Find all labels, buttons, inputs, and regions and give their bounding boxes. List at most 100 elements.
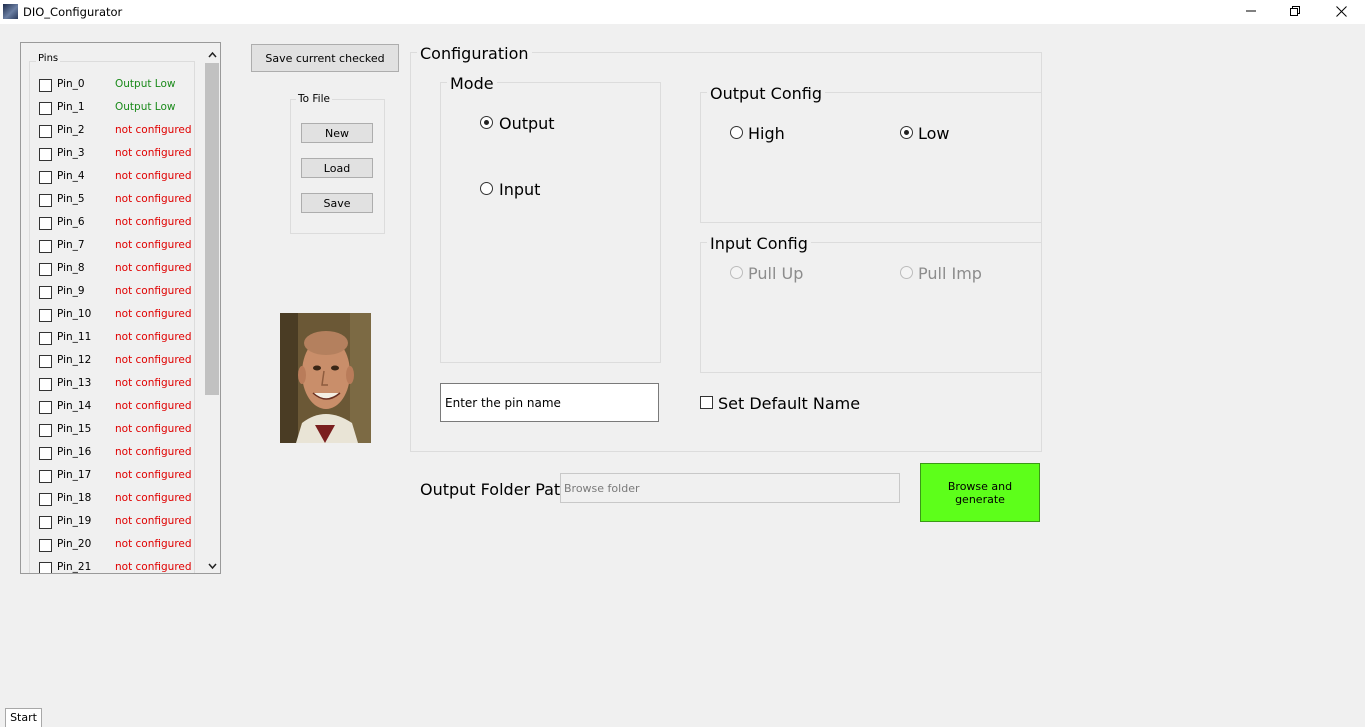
pin-status: not configured (115, 147, 192, 159)
start-tab[interactable]: Start (5, 708, 42, 727)
output-high-radio[interactable] (730, 126, 743, 139)
pin-status: not configured (115, 423, 192, 435)
pin-checkbox[interactable] (39, 148, 52, 161)
input-pullimp-radio[interactable] (900, 266, 913, 279)
pin-row[interactable]: Pin_21 not configured (39, 560, 199, 573)
pin-checkbox[interactable] (39, 309, 52, 322)
browse-generate-button[interactable]: Browse and generate (920, 463, 1040, 522)
pin-checkbox[interactable] (39, 217, 52, 230)
pin-checkbox[interactable] (39, 194, 52, 207)
pin-status: not configured (115, 446, 192, 458)
pin-row[interactable]: Pin_13 not configured (39, 376, 199, 394)
pin-row[interactable]: Pin_16 not configured (39, 445, 199, 463)
pin-checkbox[interactable] (39, 102, 52, 115)
pin-checkbox[interactable] (39, 516, 52, 529)
pin-name: Pin_5 (57, 193, 85, 205)
pin-row[interactable]: Pin_1 Output Low (39, 100, 199, 118)
pin-name: Pin_10 (57, 308, 92, 320)
pin-name: Pin_20 (57, 538, 92, 550)
mode-output-radio[interactable] (480, 116, 493, 129)
scroll-up-button[interactable] (204, 45, 220, 62)
input-pullup-radio[interactable] (730, 266, 743, 279)
pin-checkbox[interactable] (39, 378, 52, 391)
pin-checkbox[interactable] (39, 286, 52, 299)
input-config-group (700, 242, 1042, 373)
pin-name: Pin_17 (57, 469, 92, 481)
scroll-down-button[interactable] (204, 555, 220, 572)
pin-checkbox[interactable] (39, 447, 52, 460)
pin-checkbox[interactable] (39, 171, 52, 184)
pin-row[interactable]: Pin_7 not configured (39, 238, 199, 256)
pins-scrollbar[interactable] (204, 43, 220, 573)
maximize-button[interactable] (1272, 0, 1318, 24)
pin-row[interactable]: Pin_17 not configured (39, 468, 199, 486)
output-high-label[interactable]: High (748, 124, 785, 143)
mode-input-label[interactable]: Input (499, 180, 540, 199)
chevron-up-icon (207, 51, 217, 58)
pin-checkbox[interactable] (39, 79, 52, 92)
minimize-button[interactable] (1228, 0, 1274, 24)
pin-status: not configured (115, 170, 192, 182)
pin-row[interactable]: Pin_2 not configured (39, 123, 199, 141)
pin-checkbox[interactable] (39, 355, 52, 368)
pin-name-input[interactable]: Enter the pin name (440, 383, 659, 422)
pin-checkbox[interactable] (39, 263, 52, 276)
pin-row[interactable]: Pin_20 not configured (39, 537, 199, 555)
load-button[interactable]: Load (301, 158, 373, 178)
pin-checkbox[interactable] (39, 240, 52, 253)
pin-row[interactable]: Pin_14 not configured (39, 399, 199, 417)
pin-row[interactable]: Pin_12 not configured (39, 353, 199, 371)
new-button[interactable]: New (301, 123, 373, 143)
pin-checkbox[interactable] (39, 125, 52, 138)
pin-row[interactable]: Pin_5 not configured (39, 192, 199, 210)
mode-input-radio[interactable] (480, 182, 493, 195)
pin-status: not configured (115, 262, 192, 274)
scroll-thumb[interactable] (205, 63, 219, 395)
pin-name: Pin_0 (57, 78, 85, 90)
pin-row[interactable]: Pin_3 not configured (39, 146, 199, 164)
pin-checkbox[interactable] (39, 470, 52, 483)
pin-row[interactable]: Pin_8 not configured (39, 261, 199, 279)
pin-checkbox[interactable] (39, 424, 52, 437)
pin-status: not configured (115, 354, 192, 366)
input-pullup-label[interactable]: Pull Up (748, 264, 803, 283)
save-button[interactable]: Save (301, 193, 373, 213)
input-pullimp-label[interactable]: Pull Imp (918, 264, 982, 283)
mode-output-label[interactable]: Output (499, 114, 555, 133)
browse-generate-label-2: generate (955, 492, 1005, 506)
pin-row[interactable]: Pin_11 not configured (39, 330, 199, 348)
pin-checkbox[interactable] (39, 493, 52, 506)
pin-row[interactable]: Pin_15 not configured (39, 422, 199, 440)
pin-row[interactable]: Pin_9 not configured (39, 284, 199, 302)
pins-list-panel[interactable]: Pins Pin_0 Output Low Pin_1 Output Low Pin_2… (20, 42, 221, 574)
pin-row[interactable]: Pin_10 not configured (39, 307, 199, 325)
output-low-label[interactable]: Low (918, 124, 950, 143)
pin-name: Pin_14 (57, 400, 92, 412)
pin-name: Pin_13 (57, 377, 92, 389)
pin-checkbox[interactable] (39, 539, 52, 552)
pin-name: Pin_6 (57, 216, 85, 228)
pin-name: Pin_16 (57, 446, 92, 458)
pin-row[interactable]: Pin_4 not configured (39, 169, 199, 187)
save-current-checked-button[interactable]: Save current checked (251, 44, 399, 72)
set-default-name-label[interactable]: Set Default Name (718, 394, 860, 413)
pin-row[interactable]: Pin_19 not configured (39, 514, 199, 532)
pin-status: not configured (115, 377, 192, 389)
output-low-radio[interactable] (900, 126, 913, 139)
pin-checkbox[interactable] (39, 401, 52, 414)
pin-row[interactable]: Pin_18 not configured (39, 491, 199, 509)
minimize-icon (1245, 10, 1256, 12)
pin-status: not configured (115, 492, 192, 504)
pin-name: Pin_8 (57, 262, 85, 274)
close-button[interactable] (1318, 0, 1364, 24)
to-file-legend: To File (296, 93, 332, 105)
set-default-name-checkbox[interactable] (700, 396, 713, 409)
pin-status: not configured (115, 538, 192, 550)
output-folder-input[interactable]: Browse folder (560, 473, 900, 503)
pin-status: not configured (115, 308, 192, 320)
pin-row[interactable]: Pin_6 not configured (39, 215, 199, 233)
pin-checkbox[interactable] (39, 562, 52, 573)
pin-row[interactable]: Pin_0 Output Low (39, 77, 199, 95)
pin-checkbox[interactable] (39, 332, 52, 345)
pin-name: Pin_7 (57, 239, 85, 251)
